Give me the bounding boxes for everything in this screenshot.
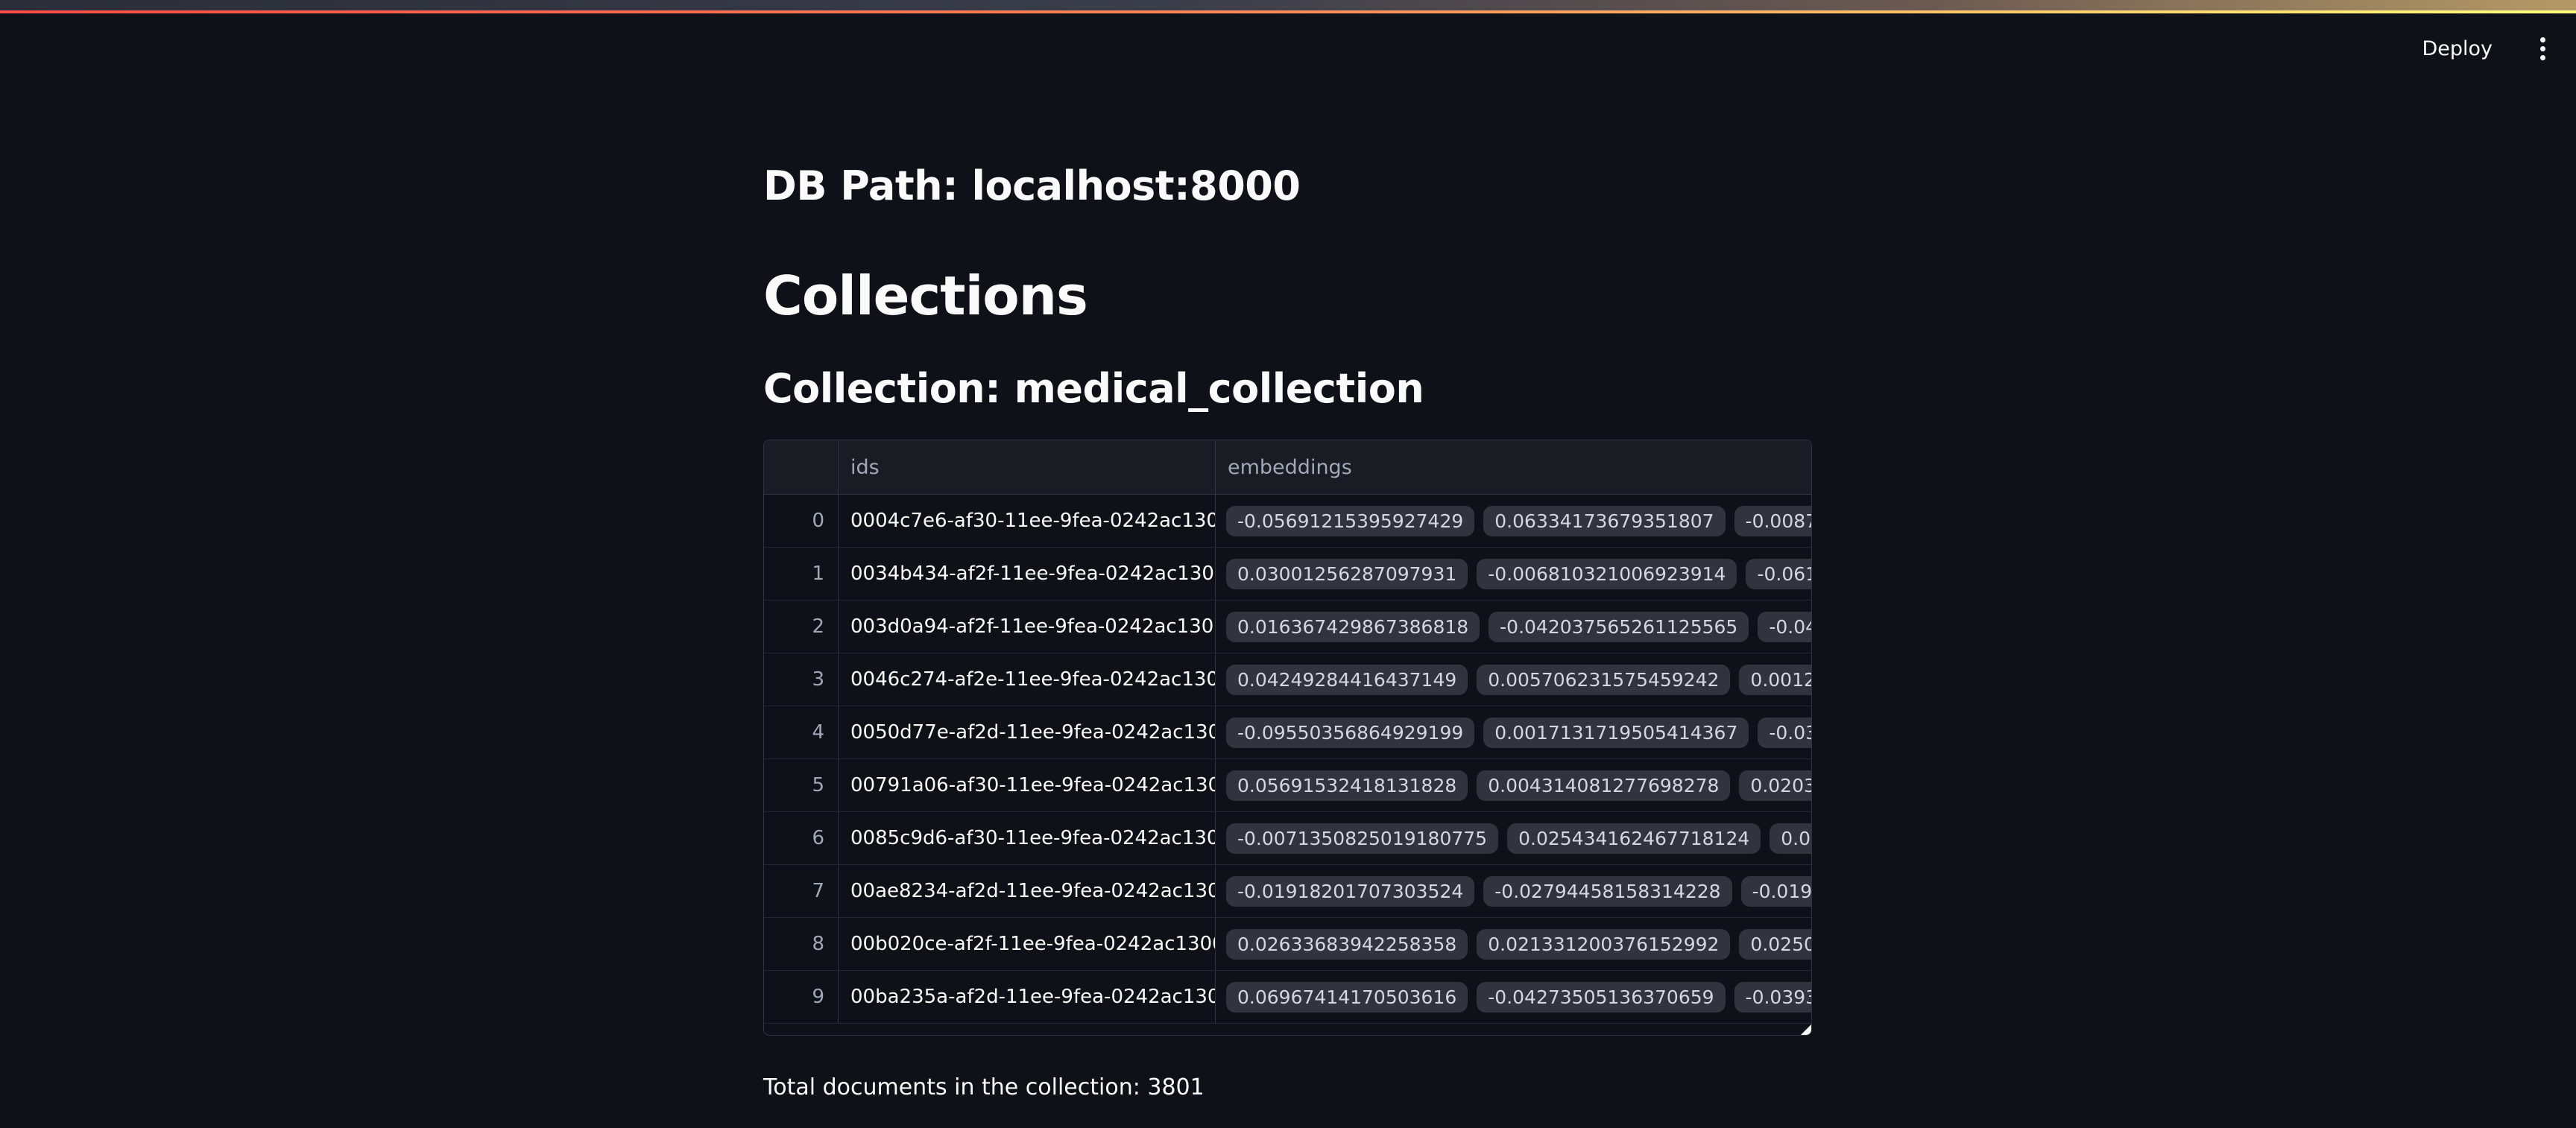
- embedding-value-chip: 0.04249284416437149: [1226, 664, 1468, 695]
- embedding-value-chip: -0.019063221: [1740, 875, 1811, 907]
- row-index[interactable]: 6: [764, 812, 839, 864]
- embedding-value-chip: -0.04273505136370659: [1477, 981, 1726, 1013]
- table-row[interactable]: 6 0085c9d6-af30-11ee-9fea-0242ac130003 -0.…: [764, 812, 1811, 865]
- embedding-value-chip: -0.0071350825019180775: [1226, 823, 1499, 854]
- embeddings-cell[interactable]: -0.09550356864929199 0.001713171950541436…: [1216, 706, 1811, 758]
- ids-column-header[interactable]: ids: [839, 440, 1216, 494]
- embeddings-cell[interactable]: 0.02633683942258358 0.021331200376152992 0…: [1216, 918, 1811, 970]
- embeddings-cell[interactable]: -0.0071350825019180775 0.0254341624677181…: [1216, 812, 1811, 864]
- embedding-value-chip: 0.016367429867386818: [1226, 611, 1480, 642]
- row-index[interactable]: 1: [764, 548, 839, 600]
- table-row[interactable]: 2 003d0a94-af2f-11ee-9fea-0242ac130003 0.0…: [764, 601, 1811, 653]
- embeddings-cell[interactable]: 0.05691532418131828 0.004314081277698278 0…: [1216, 759, 1811, 811]
- id-cell[interactable]: 0050d77e-af2d-11ee-9fea-0242ac130003: [839, 706, 1216, 758]
- embedding-value-chip: 0.0203185528: [1739, 770, 1811, 801]
- app-decoration-bar: [0, 0, 2576, 13]
- row-index[interactable]: 9: [764, 971, 839, 1023]
- menu-dot: [2539, 45, 2545, 51]
- table-row[interactable]: 0 0004c7e6-af30-11ee-9fea-0242ac130003 -0.…: [764, 495, 1811, 548]
- table-row[interactable]: 3 0046c274-af2e-11ee-9fea-0242ac130003 0.0…: [764, 653, 1811, 706]
- table-row[interactable]: 40050d77e-af2d-11ee-9fea-0242ac130003-0.…: [764, 706, 1811, 759]
- menu-dot: [2539, 54, 2545, 60]
- embeddings-cell[interactable]: 0.03001256287097931 -0.006810321006923914…: [1216, 548, 1811, 600]
- table-header: ids embeddings: [764, 440, 1811, 495]
- embedding-value-chip: -0.02794458158314228: [1483, 875, 1732, 907]
- embeddings-cell[interactable]: -0.05691215395927429 0.06334173679351807-…: [1216, 495, 1811, 547]
- row-index[interactable]: 0: [764, 495, 839, 547]
- embedding-value-chip: -0.0087800445: [1734, 505, 1811, 536]
- row-index[interactable]: 2: [764, 601, 839, 653]
- embedding-value-chip: 0.0250204019: [1739, 928, 1811, 960]
- table-row[interactable]: 8 00b020ce-af2f-11ee-9fea-0242ac130003 0.0…: [764, 918, 1811, 971]
- row-index[interactable]: 8: [764, 918, 839, 970]
- row-index[interactable]: 3: [764, 653, 839, 706]
- id-cell[interactable]: 0046c274-af2e-11ee-9fea-0242ac130003: [839, 653, 1216, 706]
- embedding-value-chip: 0.06334173679351807: [1483, 505, 1726, 536]
- id-cell[interactable]: 00b020ce-af2f-11ee-9fea-0242ac130003: [839, 918, 1216, 970]
- embedding-value-chip: 0.0012002148: [1739, 664, 1811, 695]
- embedding-value-chip: 0.025434162467718124: [1507, 823, 1761, 854]
- id-cell[interactable]: 00ba235a-af2d-11ee-9fea-0242ac130003: [839, 971, 1216, 1023]
- id-cell[interactable]: 0004c7e6-af30-11ee-9fea-0242ac130003: [839, 495, 1216, 547]
- table-row[interactable]: 500791a06-af30-11ee-9fea-0242ac1300030.0…: [764, 759, 1811, 812]
- embedding-value-chip: 0.0017131719505414367: [1483, 717, 1749, 748]
- embedding-value-chip: 0.03001256287097931: [1226, 558, 1468, 589]
- embedding-value-chip: -0.09550356864929199: [1226, 717, 1475, 748]
- collections-heading: Collections: [763, 264, 1088, 327]
- row-index[interactable]: 7: [764, 865, 839, 917]
- table-row[interactable]: 700ae8234-af2d-11ee-9fea-0242ac130003-0.…: [764, 865, 1811, 918]
- row-index[interactable]: 5: [764, 759, 839, 811]
- id-cell[interactable]: 00ae8234-af2d-11ee-9fea-0242ac130003: [839, 865, 1216, 917]
- total-documents-text: Total documents in the collection: 3801: [763, 1074, 1205, 1100]
- table-row[interactable]: 1 0034b434-af2f-11ee-9fea-0242ac130003 0.0…: [764, 548, 1811, 601]
- dataframe-table[interactable]: ids embeddings 0 0004c7e6-af30-11ee-9fea-…: [763, 440, 1812, 1036]
- embeddings-cell[interactable]: 0.06967414170503616 -0.04273505136370659-…: [1216, 971, 1811, 1023]
- id-cell[interactable]: 0085c9d6-af30-11ee-9fea-0242ac130003: [839, 812, 1216, 864]
- embeddings-cell[interactable]: 0.04249284416437149 0.005706231575459242 0…: [1216, 653, 1811, 706]
- embedding-value-chip: 0.05691532418131828: [1226, 770, 1468, 801]
- embedding-value-chip: -0.061717081: [1746, 558, 1811, 589]
- menu-dot: [2539, 37, 2545, 42]
- embedding-value-chip: -0.03762995: [1758, 717, 1811, 748]
- embedding-value-chip: 0.00037764: [1770, 823, 1811, 854]
- id-cell[interactable]: 00791a06-af30-11ee-9fea-0242ac130003: [839, 759, 1216, 811]
- embedding-value-chip: -0.05691215395927429: [1226, 505, 1475, 536]
- embeddings-cell[interactable]: -0.01918201707303524 -0.02794458158314228…: [1216, 865, 1811, 917]
- embedding-value-chip: -0.01918201707303524: [1226, 875, 1475, 907]
- embedding-value-chip: -0.0393016263: [1734, 981, 1811, 1013]
- embedding-value-chip: -0.006810321006923914: [1477, 558, 1737, 589]
- index-column-header[interactable]: [764, 440, 839, 494]
- embeddings-cell[interactable]: 0.016367429867386818 -0.04203756526112556…: [1216, 601, 1811, 653]
- embedding-value-chip: -0.042037565261125565: [1489, 611, 1749, 642]
- vertical-ellipsis-icon[interactable]: [2524, 30, 2561, 67]
- table-body: 0 0004c7e6-af30-11ee-9fea-0242ac130003 -0.…: [764, 495, 1811, 1024]
- resize-handle[interactable]: [1801, 1024, 1811, 1035]
- embedding-value-chip: 0.02633683942258358: [1226, 928, 1468, 960]
- embedding-value-chip: 0.004314081277698278: [1477, 770, 1731, 801]
- id-cell[interactable]: 0034b434-af2f-11ee-9fea-0242ac130003: [839, 548, 1216, 600]
- table-row[interactable]: 900ba235a-af2d-11ee-9fea-0242ac1300030.0…: [764, 971, 1811, 1024]
- embedding-value-chip: -0.04967965: [1758, 611, 1811, 642]
- db-path-heading: DB Path: localhost:8000: [763, 162, 1301, 209]
- embedding-value-chip: 0.021331200376152992: [1477, 928, 1731, 960]
- embedding-value-chip: 0.005706231575459242: [1477, 664, 1731, 695]
- embedding-value-chip: 0.06967414170503616: [1226, 981, 1468, 1013]
- row-index[interactable]: 4: [764, 706, 839, 758]
- embeddings-column-header[interactable]: embeddings: [1216, 440, 1811, 494]
- id-cell[interactable]: 003d0a94-af2f-11ee-9fea-0242ac130003: [839, 601, 1216, 653]
- deploy-button[interactable]: Deploy: [2407, 30, 2507, 67]
- collection-title: Collection: medical_collection: [763, 365, 1424, 412]
